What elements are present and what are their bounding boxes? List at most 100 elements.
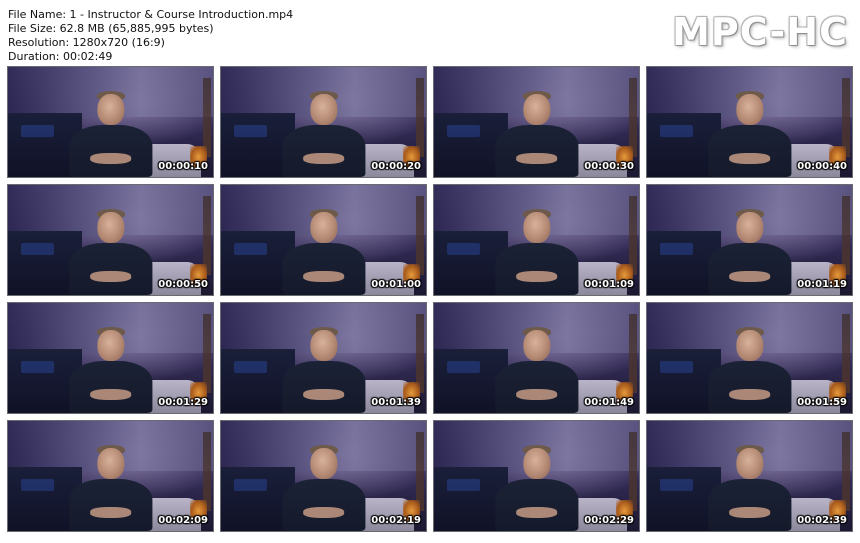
presenter-body <box>495 243 578 295</box>
file-info-panel: File Name: 1 - Instructor & Course Intro… <box>8 8 293 64</box>
presenter-head <box>309 211 338 244</box>
presenter-figure <box>278 85 368 177</box>
presenter-body <box>69 479 152 531</box>
presenter-figure <box>704 203 794 295</box>
duration-text: Duration: 00:02:49 <box>8 50 113 63</box>
presenter-body <box>708 479 791 531</box>
resolution-text: Resolution: 1280x720 (16:9) <box>8 36 165 49</box>
presenter-body <box>708 125 791 177</box>
presenter-hands <box>89 389 132 401</box>
thumbnail-timestamp: 00:00:40 <box>797 161 847 172</box>
thumbnail-timestamp: 00:01:00 <box>371 279 421 290</box>
presenter-figure <box>491 439 581 531</box>
presenter-body <box>69 125 152 177</box>
presenter-figure <box>704 85 794 177</box>
presenter-body <box>282 243 365 295</box>
video-thumbnail: 00:01:09 <box>433 184 640 296</box>
presenter-body <box>495 361 578 413</box>
video-thumbnail: 00:01:59 <box>646 302 853 414</box>
presenter-figure <box>65 203 155 295</box>
presenter-head <box>96 93 125 126</box>
presenter-hands <box>728 389 771 401</box>
presenter-hands <box>89 271 132 283</box>
video-thumbnail: 00:00:40 <box>646 66 853 178</box>
thumbnail-timestamp: 00:01:59 <box>797 397 847 408</box>
presenter-figure <box>704 321 794 413</box>
presenter-figure <box>278 203 368 295</box>
video-thumbnail: 00:00:30 <box>433 66 640 178</box>
thumbnail-timestamp: 00:01:39 <box>371 397 421 408</box>
file-size-text: File Size: 62.8 MB (65,885,995 bytes) <box>8 22 214 35</box>
presenter-body <box>282 125 365 177</box>
presenter-head <box>309 329 338 362</box>
thumbnail-timestamp: 00:00:20 <box>371 161 421 172</box>
presenter-body <box>69 361 152 413</box>
presenter-head <box>735 447 764 480</box>
video-thumbnail: 00:02:19 <box>220 420 427 532</box>
presenter-figure <box>278 439 368 531</box>
video-thumbnail: 00:00:10 <box>7 66 214 178</box>
presenter-head <box>735 93 764 126</box>
presenter-hands <box>728 153 771 165</box>
video-thumbnail: 00:00:50 <box>7 184 214 296</box>
video-thumbnail: 00:02:09 <box>7 420 214 532</box>
presenter-body <box>495 479 578 531</box>
presenter-head <box>735 211 764 244</box>
presenter-body <box>708 361 791 413</box>
presenter-hands <box>728 271 771 283</box>
file-name-text: File Name: 1 - Instructor & Course Intro… <box>8 8 294 21</box>
presenter-head <box>522 329 551 362</box>
presenter-head <box>96 211 125 244</box>
thumbnail-timestamp: 00:00:50 <box>158 279 208 290</box>
thumbnail-timestamp: 00:01:29 <box>158 397 208 408</box>
presenter-head <box>309 447 338 480</box>
video-thumbnail: 00:00:20 <box>220 66 427 178</box>
presenter-hands <box>515 507 558 519</box>
video-thumbnail: 00:02:29 <box>433 420 640 532</box>
video-thumbnail: 00:01:39 <box>220 302 427 414</box>
thumbnail-grid: 00:00:10 00:00:20 00:00:30 00:00:40 00:00:50… <box>7 66 855 536</box>
thumbnail-timestamp: 00:02:39 <box>797 515 847 526</box>
presenter-body <box>282 361 365 413</box>
presenter-figure <box>278 321 368 413</box>
presenter-body <box>282 479 365 531</box>
thumbnail-timestamp: 00:00:30 <box>584 161 634 172</box>
presenter-body <box>495 125 578 177</box>
thumbnail-timestamp: 00:01:09 <box>584 279 634 290</box>
thumbnail-timestamp: 00:02:19 <box>371 515 421 526</box>
presenter-hands <box>302 153 345 165</box>
thumbnail-timestamp: 00:02:09 <box>158 515 208 526</box>
presenter-head <box>96 447 125 480</box>
presenter-figure <box>65 85 155 177</box>
thumbnail-timestamp: 00:00:10 <box>158 161 208 172</box>
thumbnail-timestamp: 00:01:49 <box>584 397 634 408</box>
presenter-head <box>735 329 764 362</box>
presenter-figure <box>704 439 794 531</box>
presenter-head <box>96 329 125 362</box>
presenter-hands <box>515 271 558 283</box>
presenter-hands <box>302 271 345 283</box>
presenter-hands <box>302 507 345 519</box>
presenter-hands <box>728 507 771 519</box>
presenter-hands <box>515 153 558 165</box>
thumbnail-timestamp: 00:01:19 <box>797 279 847 290</box>
presenter-body <box>69 243 152 295</box>
presenter-hands <box>89 153 132 165</box>
presenter-body <box>708 243 791 295</box>
video-thumbnail: 00:01:29 <box>7 302 214 414</box>
presenter-hands <box>302 389 345 401</box>
presenter-figure <box>65 321 155 413</box>
presenter-figure <box>491 85 581 177</box>
presenter-head <box>522 211 551 244</box>
presenter-hands <box>515 389 558 401</box>
video-thumbnail: 00:01:49 <box>433 302 640 414</box>
presenter-head <box>522 447 551 480</box>
mpc-hc-logo: MPC-HC <box>672 10 848 54</box>
video-thumbnail: 00:01:00 <box>220 184 427 296</box>
video-thumbnail: 00:02:39 <box>646 420 853 532</box>
presenter-figure <box>65 439 155 531</box>
presenter-head <box>522 93 551 126</box>
video-thumbnail: 00:01:19 <box>646 184 853 296</box>
presenter-head <box>309 93 338 126</box>
thumbnail-timestamp: 00:02:29 <box>584 515 634 526</box>
